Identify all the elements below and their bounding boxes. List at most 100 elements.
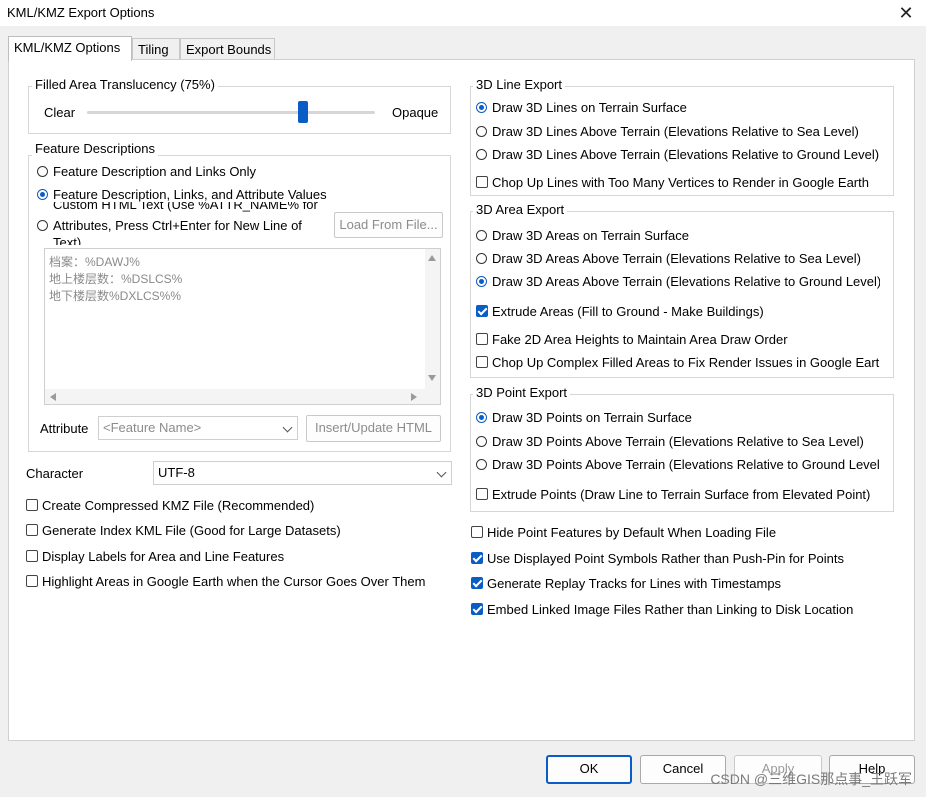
radio-label: Draw 3D Areas on Terrain Surface (492, 227, 690, 243)
check-index-kml[interactable]: Generate Index KML File (Good for Large … (26, 521, 341, 539)
check-fake-2d-heights[interactable]: Fake 2D Area Heights to Maintain Area Dr… (476, 330, 788, 348)
checkbox-checked[interactable] (471, 577, 483, 589)
checkbox-label: Hide Point Features by Default When Load… (487, 524, 777, 540)
radio-button-selected[interactable] (476, 275, 487, 287)
checkbox-label: Extrude Areas (Fill to Ground - Make Bui… (492, 303, 764, 319)
checkbox-label: Generate Replay Tracks for Lines with Ti… (487, 575, 782, 591)
radio-label: Draw 3D Areas Above Terrain (Elevations … (492, 273, 880, 289)
character-select[interactable]: UTF-8 (153, 461, 452, 485)
translucency-group (28, 86, 451, 134)
checkbox-label: Chop Up Complex Filled Areas to Fix Rend… (492, 354, 880, 370)
scroll-down-icon[interactable] (428, 375, 436, 381)
check-highlight-areas[interactable]: Highlight Areas in Google Earth when the… (26, 572, 425, 590)
checkbox[interactable] (471, 526, 483, 538)
check-chop-lines[interactable]: Chop Up Lines with Too Many Vertices to … (476, 173, 869, 191)
slider-clear-label: Clear (44, 104, 76, 120)
load-from-file-button[interactable]: Load From File... (334, 212, 443, 238)
watermark-text: CSDN @三维GIS那点事_王跃军 (710, 771, 912, 787)
radio-points-sea-level[interactable]: Draw 3D Points Above Terrain (Elevations… (476, 432, 864, 450)
translucency-slider-track[interactable] (87, 111, 375, 114)
checkbox-label: Fake 2D Area Heights to Maintain Area Dr… (492, 331, 788, 347)
horizontal-scrollbar[interactable] (45, 389, 440, 404)
radio-desc-links-only[interactable]: Feature Description and Links Only (37, 162, 256, 180)
radio-label: Attributes, Press Ctrl+Enter for New Lin… (53, 217, 302, 233)
check-chop-complex-areas[interactable]: Chop Up Complex Filled Areas to Fix Rend… (476, 353, 880, 371)
checkbox-label: Chop Up Lines with Too Many Vertices to … (492, 174, 869, 190)
window-title: KML/KMZ Export Options (7, 5, 155, 20)
radio-label: Draw 3D Points on Terrain Surface (492, 409, 692, 425)
check-hide-point-features[interactable]: Hide Point Features by Default When Load… (471, 523, 776, 541)
radio-lines-ground-level[interactable]: Draw 3D Lines Above Terrain (Elevations … (476, 145, 879, 163)
html-line: 地上楼层数：%DSLCS% (49, 272, 183, 286)
close-icon[interactable]: ✕ (894, 1, 918, 25)
custom-html-label-bottom-text: Text) (53, 235, 82, 245)
check-extrude-points[interactable]: Extrude Points (Draw Line to Terrain Sur… (476, 485, 870, 503)
radio-label: Draw 3D Points Above Terrain (Elevations… (492, 433, 864, 449)
html-line: 档案：%DAWJ% (49, 255, 140, 269)
character-label: Character (26, 465, 84, 481)
check-compressed-kmz[interactable]: Create Compressed KMZ File (Recommended) (26, 496, 314, 514)
checkbox-label: Display Labels for Area and Line Feature… (42, 548, 285, 564)
checkbox[interactable] (26, 524, 38, 536)
radio-button-selected[interactable] (476, 101, 487, 113)
radio-button[interactable] (476, 229, 487, 241)
checkbox[interactable] (26, 550, 38, 562)
radio-button[interactable] (37, 165, 48, 177)
scroll-left-icon[interactable] (50, 393, 56, 401)
checkbox-checked[interactable] (471, 552, 483, 564)
checkbox[interactable] (476, 356, 488, 368)
checkbox[interactable] (476, 176, 488, 188)
radio-areas-ground-level[interactable]: Draw 3D Areas Above Terrain (Elevations … (476, 272, 880, 290)
checkbox[interactable] (476, 333, 488, 345)
insert-update-html-button[interactable]: Insert/Update HTML (306, 415, 441, 442)
attribute-select[interactable]: <Feature Name> (98, 416, 298, 440)
radio-areas-on-terrain[interactable]: Draw 3D Areas on Terrain Surface (476, 226, 689, 244)
radio-lines-on-terrain[interactable]: Draw 3D Lines on Terrain Surface (476, 98, 687, 116)
area-export-title: 3D Area Export (473, 202, 568, 217)
radio-button[interactable] (476, 435, 487, 447)
check-extrude-areas[interactable]: Extrude Areas (Fill to Ground - Make Bui… (476, 302, 764, 320)
checkbox-label: Extrude Points (Draw Line to Terrain Sur… (492, 486, 871, 502)
tab-tiling[interactable]: Tiling (132, 38, 180, 59)
translucency-slider-thumb[interactable] (298, 101, 308, 123)
feature-descriptions-title: Feature Descriptions (32, 141, 158, 156)
checkbox-checked[interactable] (476, 305, 488, 317)
radio-button[interactable] (476, 148, 487, 160)
custom-html-label-top-text: Custom HTML Text (Use %ATTR_NAME% for (53, 202, 318, 212)
vertical-scrollbar[interactable] (425, 249, 440, 389)
scroll-right-icon[interactable] (411, 393, 417, 401)
character-select-value: UTF-8 (158, 465, 195, 480)
translucency-title: Filled Area Translucency (75%) (32, 77, 218, 92)
radio-button[interactable] (476, 125, 487, 137)
chevron-down-icon (436, 467, 447, 478)
attribute-select-value: <Feature Name> (103, 420, 202, 435)
custom-html-textarea[interactable]: 档案：%DAWJ% 地上楼层数：%DSLCS% 地下楼层数%DXLCS%% (44, 248, 441, 405)
radio-lines-sea-level[interactable]: Draw 3D Lines Above Terrain (Elevations … (476, 122, 859, 140)
radio-button[interactable] (476, 252, 487, 264)
checkbox[interactable] (26, 499, 38, 511)
checkbox-checked[interactable] (471, 603, 483, 615)
checkbox[interactable] (26, 575, 38, 587)
chevron-down-icon (282, 422, 293, 433)
scroll-up-icon[interactable] (428, 255, 436, 261)
radio-areas-sea-level[interactable]: Draw 3D Areas Above Terrain (Elevations … (476, 249, 861, 267)
checkbox-label: Use Displayed Point Symbols Rather than … (487, 550, 844, 566)
radio-button-selected[interactable] (476, 411, 487, 423)
check-display-labels[interactable]: Display Labels for Area and Line Feature… (26, 547, 284, 565)
tab-export-bounds[interactable]: Export Bounds (180, 38, 275, 59)
radio-button[interactable] (476, 458, 487, 470)
slider-opaque-label: Opaque (392, 104, 439, 120)
radio-button[interactable] (37, 219, 48, 231)
check-replay-tracks[interactable]: Generate Replay Tracks for Lines with Ti… (471, 574, 781, 592)
ok-button[interactable]: OK (546, 755, 632, 784)
check-embed-images[interactable]: Embed Linked Image Files Rather than Lin… (471, 600, 853, 618)
attribute-label: Attribute (40, 420, 89, 436)
radio-points-on-terrain[interactable]: Draw 3D Points on Terrain Surface (476, 408, 692, 426)
radio-points-ground-level[interactable]: Draw 3D Points Above Terrain (Elevations… (476, 455, 880, 473)
radio-desc-links-attributes[interactable]: Feature Description, Links, and Attribut… (37, 185, 327, 203)
checkbox[interactable] (476, 488, 488, 500)
html-line: 地下楼层数%DXLCS%% (49, 289, 182, 303)
check-displayed-point-symbols[interactable]: Use Displayed Point Symbols Rather than … (471, 549, 844, 567)
tab-kml-kmz-options[interactable]: KML/KMZ Options (8, 36, 132, 61)
radio-button-selected[interactable] (37, 188, 48, 200)
